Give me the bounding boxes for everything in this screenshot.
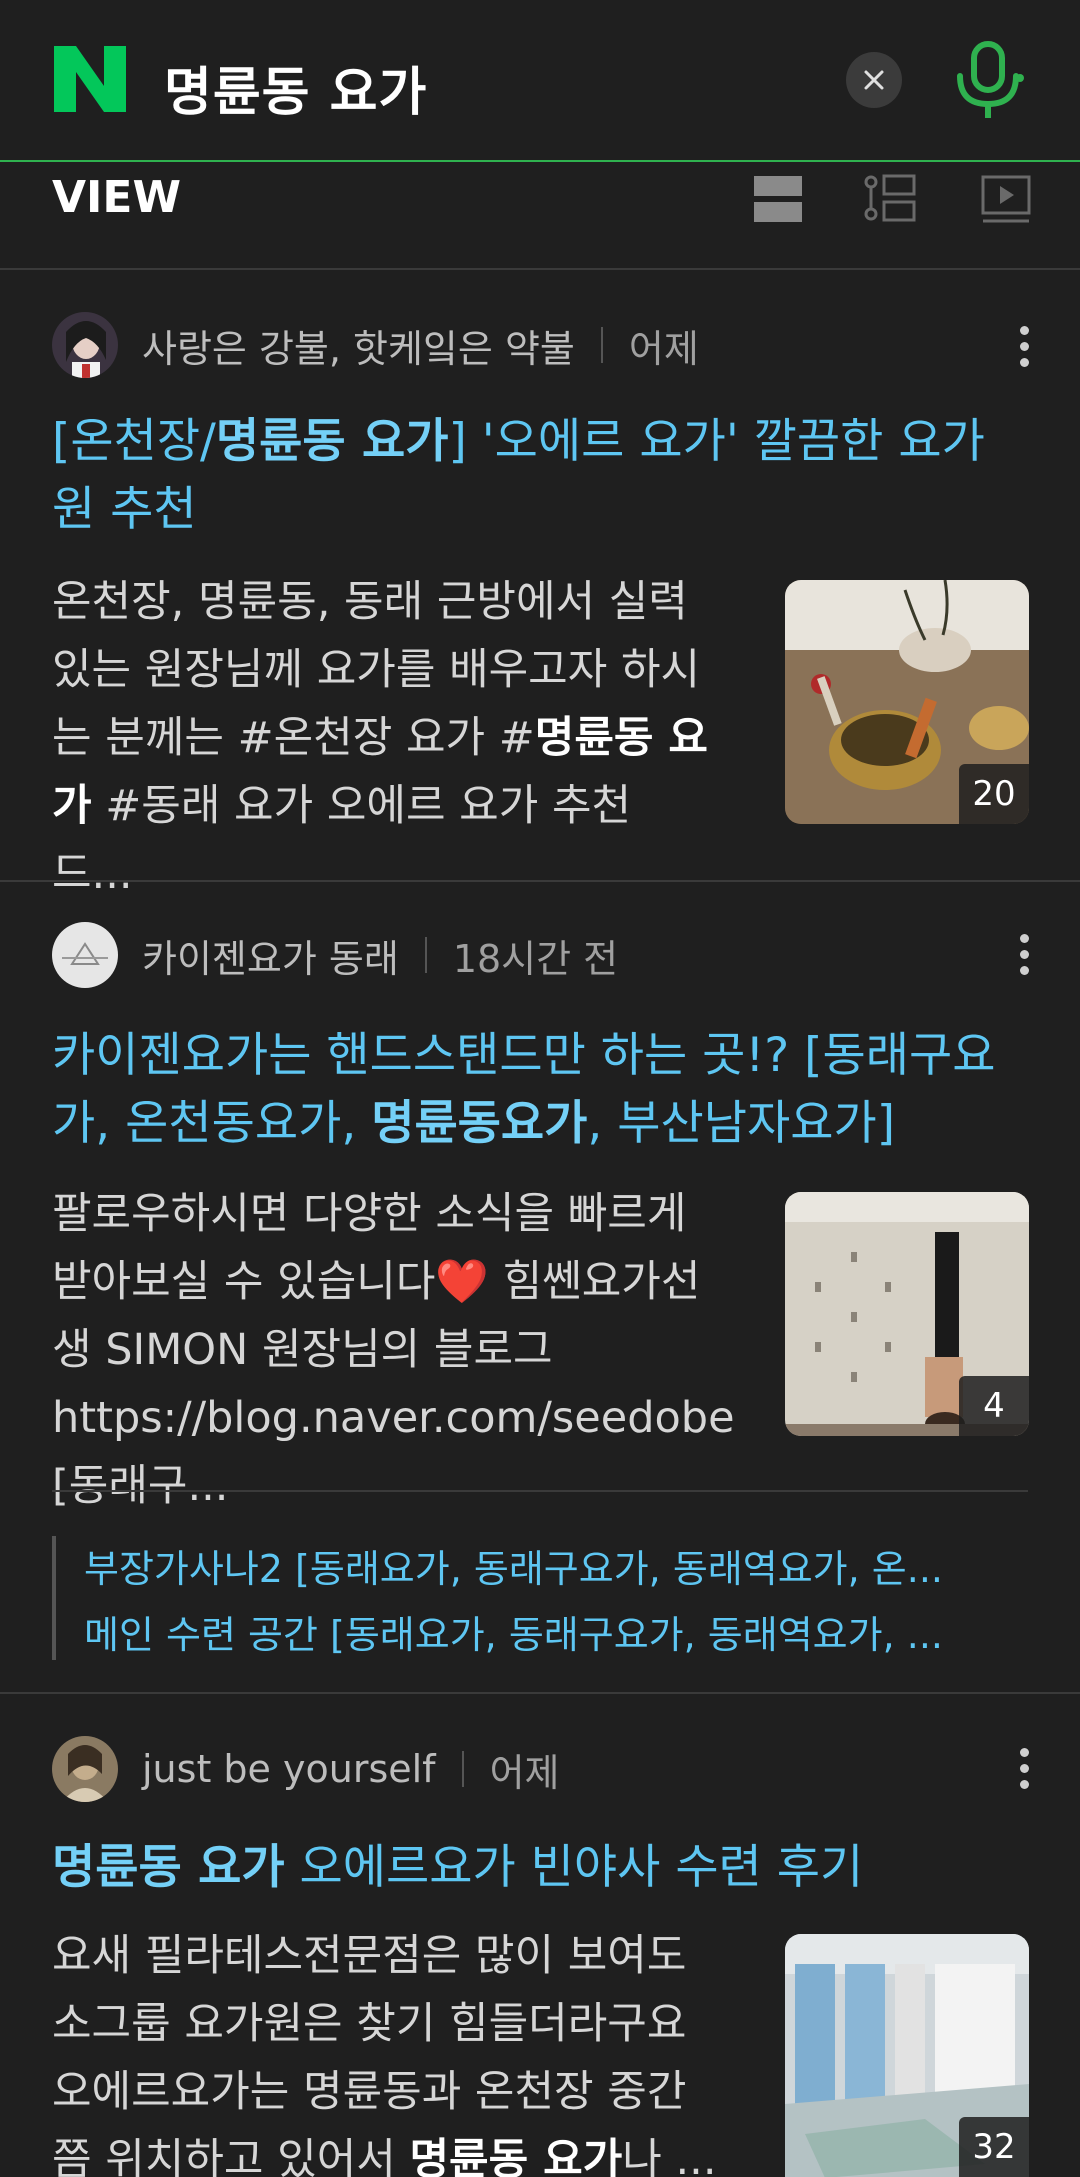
related-posts: 부장가사나2 [동래요가, 동래구요가, 동래역요가, 온... 메인 수련 공… [52,1536,1028,1660]
video-view-icon[interactable] [980,174,1032,224]
card-view-icon[interactable] [752,174,804,224]
snippet-keyword: 명륜동 요가 [409,2135,623,2177]
close-icon [864,70,884,90]
result-snippet[interactable]: 온천장, 명륜동, 동래 근방에서 실력 있는 원장님께 요가를 배우고자 하시… [52,568,722,908]
result-thumbnail[interactable]: 4 [785,1192,1029,1436]
result-author-row[interactable]: just be yourself 어제 [52,1734,559,1804]
related-post-link[interactable]: 부장가사나2 [동래요가, 동래구요가, 동래역요가, 온... [84,1536,1028,1602]
avatar[interactable] [52,922,118,988]
result-divider [0,1692,1080,1694]
more-options-icon[interactable] [1016,1748,1032,1792]
search-bar: 명륜동 요가 [0,0,1080,162]
clear-search-button[interactable] [846,52,902,108]
image-count-badge: 20 [959,764,1029,824]
related-post-link[interactable]: 메인 수련 공간 [동래요가, 동래구요가, 동래역요가, ... [84,1602,1028,1668]
title-keyword: 명륜동 요가 [215,414,449,469]
post-time: 어제 [628,326,699,371]
avatar[interactable] [52,312,118,378]
list-view-icon[interactable] [864,174,916,224]
heart-emoji: ❤️ [435,1257,489,1307]
result-title[interactable]: [온천장/명륜동 요가] '오에르 요가' 깔끔한 요가원 추천 [52,408,1028,544]
more-options-icon[interactable] [1016,934,1032,978]
result-divider [0,880,1080,882]
avatar[interactable] [52,1736,118,1802]
title-keyword: 명륜동요가 [371,1096,588,1151]
more-options-icon[interactable] [1016,326,1032,370]
result-snippet[interactable]: 요새 필라테스전문점은 많이 보여도 소그룹 요가원은 찾기 힘들더라구요 오에… [52,1922,722,2177]
result-title[interactable]: 명륜동 요가 오에르요가 빈야사 수련 후기 [52,1834,1028,1902]
image-count-badge: 4 [959,1376,1029,1436]
post-time: 어제 [489,1750,560,1795]
title-keyword: 명륜동 요가 [52,1840,285,1895]
separator [600,327,603,363]
separator [424,937,427,973]
result-title[interactable]: 카이젠요가는 핸드스탠드만 하는 곳!? [동래구요가, 온천동요가, 명륜동요… [52,1022,1028,1158]
related-divider [52,1490,1028,1492]
result-author-row[interactable]: 카이젠요가 동래 18시간 전 [52,920,618,990]
result-snippet[interactable]: 팔로우하시면 다양한 소식을 빠르게 받아보실 수 있습니다❤️ 힘쎈요가선생 … [52,1180,735,1520]
result-thumbnail[interactable]: 32 [785,1934,1029,2177]
microphone-icon[interactable] [950,40,1026,120]
post-time: 18시간 전 [452,936,619,981]
image-count-badge: 32 [959,2117,1029,2177]
naver-logo[interactable] [54,46,126,112]
author-name[interactable]: 사랑은 강불, 핫케잌은 약불 [142,318,575,373]
author-name[interactable]: just be yourself [142,1747,436,1791]
view-tab-title: VIEW [52,172,182,223]
separator [461,1751,464,1787]
result-author-row[interactable]: 사랑은 강불, 핫케잌은 약불 어제 [52,310,699,380]
result-thumbnail[interactable]: 20 [785,580,1029,824]
search-query[interactable]: 명륜동 요가 [164,50,427,125]
author-name[interactable]: 카이젠요가 동래 [142,928,399,983]
